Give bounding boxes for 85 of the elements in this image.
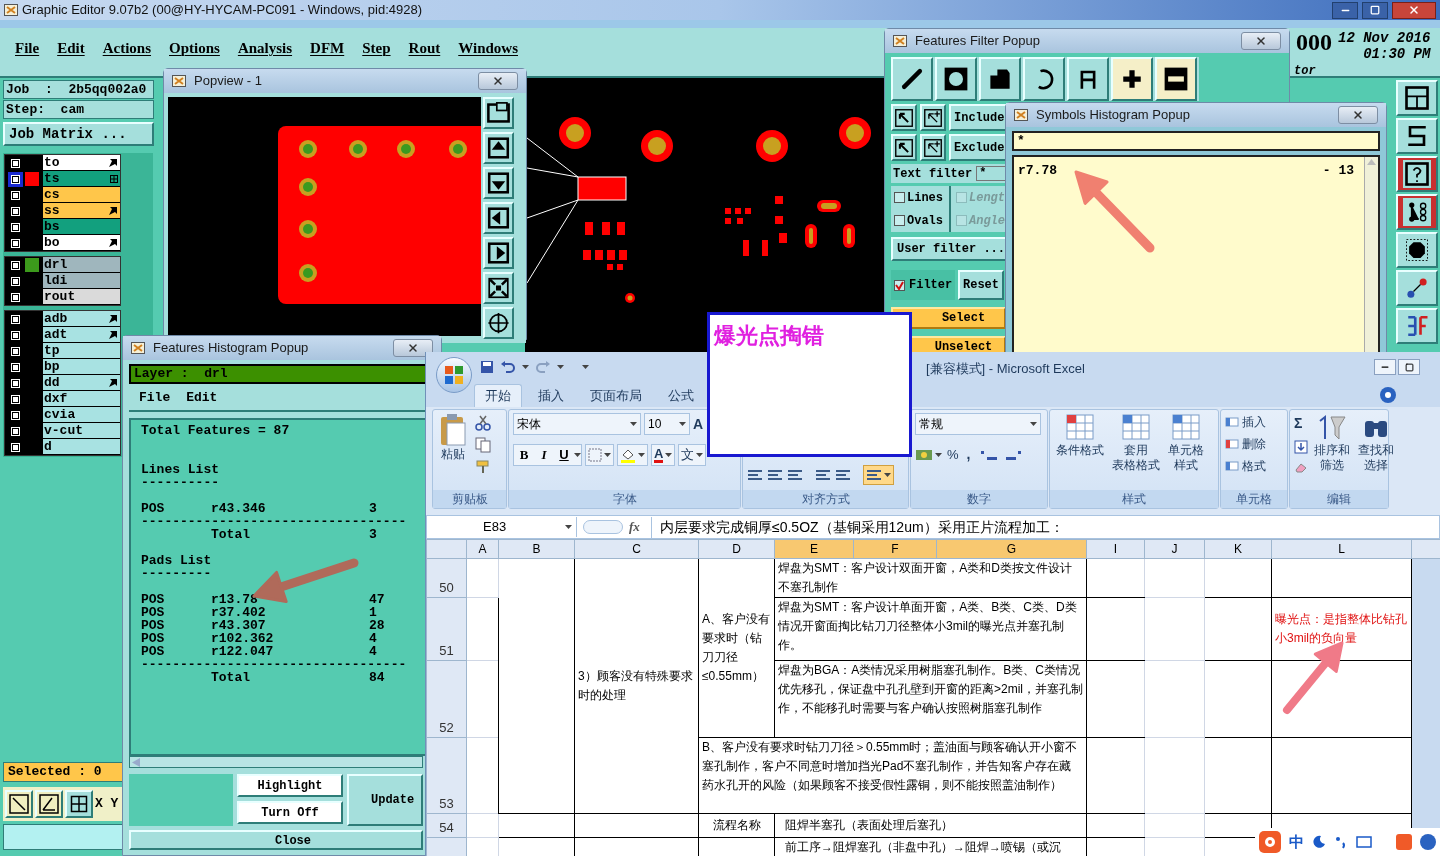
layer-name: ldi <box>44 274 68 287</box>
layer-name: rout <box>44 290 76 303</box>
table-cell: 焊盘为BGA：A类情况采用树脂塞孔制作。B类、C类情况优先移孔，保证盘中孔孔壁到开窗的距离>2mil，并塞孔制作，不能移孔时需要与客户确认按照树脂塞孔制作 <box>774 660 1087 738</box>
total-count: 84 <box>369 671 385 684</box>
layer-name: bo <box>44 236 60 249</box>
date-text: 12 Nov 2016 <box>1338 30 1431 46</box>
feature-count: 4 <box>369 632 377 645</box>
layer-name: cvia <box>44 408 76 421</box>
layer-name: drl <box>44 258 68 271</box>
feature-type: POS <box>141 502 166 515</box>
section-underline: --------- <box>141 567 213 580</box>
counter-text: 000 <box>1295 30 1332 54</box>
window-title: Graphic Editor 9.07b2 (00@HY-HYCAM-PC091 - Windows, pid:4928) <box>22 1 422 20</box>
layer-name: adt <box>44 328 68 341</box>
job-field: Job : 2b5qq002a0 <box>3 80 154 99</box>
feature-type: POS <box>141 606 166 619</box>
table-cell: A、客户没有要求时（钻刀刀径≤0.55mm） <box>698 558 775 738</box>
group-label: 数字 <box>911 490 1047 508</box>
symbol-name: r7.78 <box>1018 162 1057 180</box>
section-title: Lines List <box>141 463 220 476</box>
layer-name: tp <box>44 344 60 357</box>
checkbox-label: Lengt <box>969 189 1005 207</box>
layer-name: ss <box>44 204 60 217</box>
symbol-name: r122.047 <box>211 645 275 658</box>
layer-name: bp <box>44 360 60 373</box>
function-label: fx <box>629 518 641 537</box>
feature-type: POS <box>141 619 166 632</box>
table-cell: 3）顾客没有特殊要求时的处理 <box>574 558 699 814</box>
group-label: 字体 <box>509 490 740 508</box>
text-filter-label: Text filter <box>893 165 973 183</box>
checkbox-label: Angle <box>969 212 1005 230</box>
feature-type: POS <box>141 632 166 645</box>
layer-name: dd <box>44 376 60 389</box>
coordinate-label: X Y <box>95 795 119 814</box>
symbol-name: r13.78 <box>211 593 259 606</box>
feature-count: 3 <box>369 502 377 515</box>
feature-type: POS <box>141 593 166 606</box>
table-cell: 焊盘为SMT：客户设计双面开窗，A类和D类按文件设计不塞孔制作 <box>774 558 1087 598</box>
separator-line: ---------------------------------- <box>141 658 408 671</box>
symbol-name: r37.402 <box>211 606 267 619</box>
group-label: 编辑 <box>1290 490 1388 508</box>
symbol-name: r102.362 <box>211 632 275 645</box>
window-title: Features Filter Popup <box>915 32 1040 51</box>
table-cell: 焊盘为SMT：客户设计单面开窗，A类、B类、C类、D类情况开窗面掏比钻刀刀径整体小3mil的曝光点并塞孔制作。 <box>774 597 1087 661</box>
layer-name: cs <box>44 188 60 201</box>
layer-name: d <box>44 440 52 453</box>
step-field: Step: cam <box>3 100 154 119</box>
feature-count: 1 <box>369 606 377 619</box>
symbol-name: r43.307 <box>211 619 267 632</box>
group-label: 样式 <box>1050 490 1218 508</box>
total-features: Total Features = 87 <box>141 424 291 437</box>
layer-name: dxf <box>44 392 68 405</box>
symbol-name: r43.346 <box>211 502 267 515</box>
feature-type: POS <box>141 645 166 658</box>
checkbox-label: Ovals <box>907 212 943 230</box>
window-title: Features Histogram Popup <box>153 339 309 358</box>
table-cell: 流程名称 <box>698 813 775 838</box>
layer-name: bs <box>44 220 60 233</box>
note-text: 爆光点掏错 <box>714 323 824 348</box>
group-label: 对齐方式 <box>743 490 908 508</box>
filter-label: Filter <box>909 277 953 294</box>
table-cell: B、客户没有要求时钻刀刀径＞0.55mm时；盖油面与顾客确认开小窗不塞孔制作，客户不同意时增加挡光Pad不塞孔制作，并告知客户存在藏药水孔开的风险（如果顾客不接受假性露铜，则不能按照盖油制作） <box>698 737 1087 814</box>
section-underline: ---------- <box>141 476 220 489</box>
feature-count: 47 <box>369 593 385 606</box>
layer-name: v-cut <box>44 424 83 437</box>
table-cell: 阻焊半塞孔（表面处理后塞孔） <box>774 813 1087 838</box>
section-title: Pads List <box>141 554 213 567</box>
window-title: [兼容模式] - Microsoft Excel <box>926 360 1085 378</box>
time-text: 01:30 PM <box>1363 46 1431 62</box>
total-label: Total <box>211 671 251 684</box>
total-count: 3 <box>369 528 377 541</box>
layer-name: ts <box>44 172 60 185</box>
group-label: 剪贴板 <box>433 490 506 508</box>
layer-name: adb <box>44 312 68 325</box>
feature-count: 4 <box>369 645 377 658</box>
status-label: tor <box>1293 63 1317 80</box>
group-label: 单元格 <box>1221 490 1287 508</box>
total-label: Total <box>211 528 251 541</box>
feature-count: 28 <box>369 619 385 632</box>
window-title: Popview - 1 <box>194 72 262 91</box>
symbol-count: - 13 <box>1322 162 1354 180</box>
layer-name: to <box>44 156 60 169</box>
checkbox-label: Lines <box>907 189 943 207</box>
separator-line: ---------------------------------- <box>141 515 408 528</box>
window-title: Symbols Histogram Popup <box>1036 106 1190 125</box>
